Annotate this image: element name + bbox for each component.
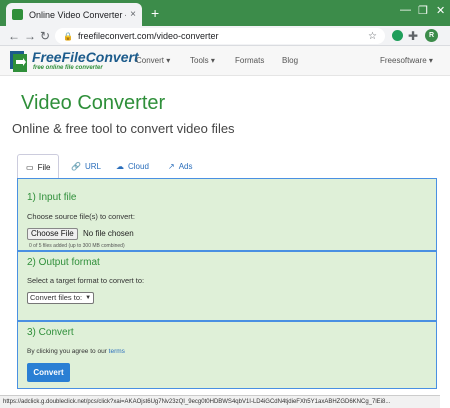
source-tabs: ▭ File 🔗 URL ☁ Cloud ↗ Ads xyxy=(17,154,437,179)
format-select-value: Convert files to: xyxy=(30,293,83,302)
agree-text: By clicking you agree to our xyxy=(27,348,109,355)
chevron-down-icon: ▼ xyxy=(85,295,92,301)
tab-url-label: URL xyxy=(84,161,101,171)
no-file-text: No file chosen xyxy=(83,229,134,238)
tab-cloud[interactable]: ☁ Cloud xyxy=(108,154,157,178)
browser-tab[interactable]: Online Video Converter - FreeFile × xyxy=(6,3,142,26)
tab-ads-label: Ads xyxy=(178,161,193,171)
back-icon[interactable]: ← xyxy=(8,29,20,43)
step1-label: Choose source file(s) to convert: xyxy=(27,212,135,221)
tab-url[interactable]: 🔗 URL xyxy=(63,154,109,178)
tab-cloud-label: Cloud xyxy=(128,161,149,171)
link-icon: 🔗 xyxy=(71,161,81,171)
terms-text: By clicking you agree to our terms xyxy=(27,348,125,355)
lock-icon: 🔒 xyxy=(63,31,73,41)
site-favicon-icon xyxy=(12,9,23,20)
logo-icon[interactable] xyxy=(10,50,28,72)
reload-icon[interactable]: ↻ xyxy=(40,29,50,43)
logo-name[interactable]: FreeFileConvert xyxy=(32,49,139,65)
step2-heading: 2) Output format xyxy=(27,257,100,268)
tab-file-label: File xyxy=(37,162,51,172)
terms-link[interactable]: terms xyxy=(109,348,125,355)
bookmark-star-icon[interactable]: ☆ xyxy=(368,31,377,42)
format-select[interactable]: Convert files to: ▼ xyxy=(27,292,95,304)
tab-title: Online Video Converter - FreeFile xyxy=(29,9,126,20)
menu-freesoftware[interactable]: Freesoftware ▾ xyxy=(380,56,433,65)
page-title: Video Converter xyxy=(21,92,166,114)
monitor-icon: ▭ xyxy=(26,162,34,172)
maximize-icon[interactable]: ❐ xyxy=(418,4,428,17)
forward-icon[interactable]: → xyxy=(24,29,36,43)
site-header: FreeFileConvert free online file convert… xyxy=(0,46,450,76)
puzzle-icon[interactable]: ✚ xyxy=(408,29,418,43)
address-bar-row: ← → ↻ 🔒 freefileconvert.com/video-conver… xyxy=(0,26,450,46)
output-format-panel: 2) Output format Select a target format … xyxy=(17,251,437,321)
browser-tab-bar: Online Video Converter - FreeFile × + — … xyxy=(0,0,450,26)
choose-file-button[interactable]: Choose File xyxy=(27,228,78,240)
url-text: freefileconvert.com/video-converter xyxy=(77,31,219,41)
convert-button[interactable]: Convert xyxy=(27,363,70,382)
menu-convert[interactable]: Convert ▾ xyxy=(136,56,170,65)
menu-tools[interactable]: Tools ▾ xyxy=(190,56,215,65)
close-window-icon[interactable]: ✕ xyxy=(436,4,445,17)
cloud-icon: ☁ xyxy=(116,161,124,171)
tab-file[interactable]: ▭ File xyxy=(17,154,60,179)
step2-label: Select a target format to convert to: xyxy=(27,276,145,285)
minimize-icon[interactable]: — xyxy=(400,4,411,16)
menu-formats[interactable]: Formats xyxy=(235,56,264,65)
status-bar-url: https://adclick.g.doubleclick.net/pcs/cl… xyxy=(0,395,440,408)
close-tab-icon[interactable]: × xyxy=(130,9,136,20)
input-file-panel: 1) Input file Choose source file(s) to c… xyxy=(17,178,437,251)
extension-icon[interactable] xyxy=(392,30,403,41)
url-field[interactable]: 🔒 freefileconvert.com/video-converter ☆ xyxy=(55,28,385,44)
files-added-note: 0 of 5 files added (up to 300 MB combine… xyxy=(29,243,125,249)
new-tab-button[interactable]: + xyxy=(151,5,159,21)
convert-panel: 3) Convert By clicking you agree to our … xyxy=(17,321,437,389)
step1-heading: 1) Input file xyxy=(27,192,77,203)
tab-ads[interactable]: ↗ Ads xyxy=(160,154,201,178)
profile-avatar[interactable]: R xyxy=(425,29,438,42)
page-subtitle: Online & free tool to convert video file… xyxy=(12,121,235,136)
menu-blog[interactable]: Blog xyxy=(282,56,298,65)
logo-tagline: free online file converter xyxy=(33,65,103,71)
external-link-icon: ↗ xyxy=(168,161,175,171)
step3-heading: 3) Convert xyxy=(27,327,74,338)
